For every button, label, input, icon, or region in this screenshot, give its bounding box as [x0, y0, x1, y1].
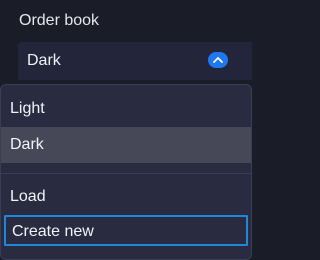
- theme-dropdown-menu: Light Dark Load Create new: [0, 84, 252, 260]
- menu-item-create-new[interactable]: Create new: [4, 215, 248, 246]
- menu-divider: [1, 173, 251, 174]
- order-book-settings-panel: Order book Dark Light Dark Load Create n…: [0, 0, 252, 260]
- menu-item-dark[interactable]: Dark: [1, 127, 251, 163]
- section-title: Order book: [19, 12, 100, 29]
- theme-select-value: Dark: [27, 52, 61, 69]
- menu-item-load[interactable]: Load: [1, 179, 251, 215]
- chevron-up-icon[interactable]: [208, 52, 228, 68]
- menu-item-light[interactable]: Light: [1, 91, 251, 127]
- chevron-up-glyph: [213, 57, 223, 63]
